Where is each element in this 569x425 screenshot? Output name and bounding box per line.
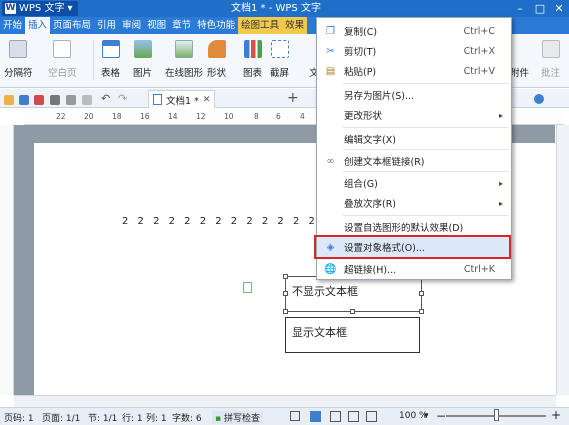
- cloud-icon[interactable]: [534, 94, 544, 104]
- tab-references[interactable]: 引用: [94, 17, 119, 34]
- zoom-in-button[interactable]: +: [551, 408, 561, 422]
- link-icon: ∞: [326, 155, 335, 167]
- window-title: 文档1 * - WPS 文字: [231, 3, 321, 14]
- attachment-button[interactable]: 附件: [510, 34, 529, 79]
- menu-item-order[interactable]: 叠放次序(R) ▸: [317, 193, 511, 213]
- hyperlink-icon: 🌐: [324, 263, 337, 275]
- online-graphics-button[interactable]: 在线图形: [165, 34, 203, 79]
- menu-item-group[interactable]: 组合(G) ▸: [317, 173, 511, 193]
- comment-button[interactable]: 批注: [541, 34, 560, 79]
- submenu-arrow-icon: ▸: [498, 178, 503, 188]
- textbox-with-border[interactable]: 显示文本框: [285, 317, 420, 353]
- outline-view-icon[interactable]: [330, 411, 341, 422]
- submenu-arrow-icon: ▸: [498, 198, 503, 208]
- status-section: 节: 1/1: [88, 414, 118, 424]
- fullscreen-icon[interactable]: [290, 411, 300, 421]
- tab-drawing-tools[interactable]: 绘图工具: [238, 17, 283, 34]
- zoom-slider-handle[interactable]: [494, 409, 499, 421]
- tab-view[interactable]: 视图: [144, 17, 169, 34]
- status-pages: 页面: 1/1: [42, 414, 81, 424]
- submenu-arrow-icon: ▸: [498, 110, 503, 120]
- save-icon[interactable]: [19, 95, 29, 105]
- new-tab-button[interactable]: +: [287, 90, 299, 106]
- web-view-icon[interactable]: [348, 411, 359, 422]
- tab-page-layout[interactable]: 页面布局: [50, 17, 94, 34]
- copy-icon: ❐: [326, 25, 335, 37]
- vertical-ruler: [0, 125, 14, 395]
- scissors-icon: ✂: [326, 45, 335, 57]
- shapes-icon: [207, 40, 226, 58]
- spell-check-button[interactable]: ▪ 拼写检查: [212, 411, 263, 424]
- document-text-line[interactable]: 2 2 2 2 2 2 2 2 2 2 2 2 2 2 2: [122, 216, 349, 227]
- status-words: 字数: 6: [172, 414, 202, 424]
- status-row: 行: 1: [122, 414, 143, 424]
- paste-icon: ▤: [325, 65, 336, 77]
- print-icon[interactable]: [50, 95, 60, 105]
- online-graphics-icon: [175, 40, 193, 58]
- minimize-button[interactable]: –: [510, 0, 530, 17]
- zoom-out-button[interactable]: −: [436, 409, 446, 423]
- status-col: 列: 1: [146, 414, 167, 424]
- pdf-icon[interactable]: [34, 95, 44, 105]
- undo-icon[interactable]: ↶: [101, 92, 110, 105]
- tab-start[interactable]: 开始: [0, 17, 25, 34]
- screenshot-button[interactable]: 截屏: [270, 34, 289, 79]
- table-button[interactable]: 表格: [101, 34, 120, 79]
- blank-page-button[interactable]: 空白页: [48, 34, 77, 79]
- horizontal-scrollbar[interactable]: [14, 395, 556, 407]
- format-painter-icon[interactable]: [82, 95, 92, 105]
- comment-icon: [541, 40, 560, 58]
- tab-section[interactable]: 章节: [169, 17, 194, 34]
- tab-features[interactable]: 特色功能: [194, 17, 238, 34]
- tab-insert[interactable]: 插入: [25, 17, 51, 34]
- status-page: 页码: 1: [4, 414, 34, 424]
- table-icon: [101, 40, 120, 58]
- picture-button[interactable]: 图片: [133, 34, 152, 79]
- menu-item-paste[interactable]: ▤ 粘贴(P) Ctrl+V: [317, 61, 511, 81]
- menu-item-save-as-picture[interactable]: 另存为图片(S)...: [317, 85, 511, 105]
- close-tab-icon[interactable]: ✕: [203, 95, 211, 105]
- highlight-box: [314, 235, 511, 259]
- shapes-button[interactable]: 形状: [207, 34, 226, 79]
- zoom-dropdown-icon[interactable]: ▾: [424, 411, 429, 421]
- wps-logo-icon: W: [5, 3, 16, 14]
- close-button[interactable]: ✕: [549, 0, 569, 17]
- picture-icon: [133, 40, 152, 58]
- section-break-icon: [9, 40, 28, 58]
- tab-effects[interactable]: 效果: [282, 17, 308, 34]
- app-name: WPS 文字: [19, 3, 65, 14]
- menu-item-change-shape[interactable]: 更改形状 ▸: [317, 105, 511, 125]
- chevron-down-icon: ▾: [67, 3, 73, 14]
- document-icon: [153, 94, 162, 105]
- reading-view-icon[interactable]: [366, 411, 377, 422]
- page-view-icon[interactable]: [310, 411, 321, 422]
- document-tab[interactable]: 文档1 * ✕: [148, 90, 216, 108]
- print-preview-icon[interactable]: [66, 95, 76, 105]
- textbox-no-border[interactable]: 不显示文本框: [285, 276, 422, 312]
- section-break-button[interactable]: 分隔符: [4, 34, 33, 79]
- open-folder-icon[interactable]: [4, 95, 14, 105]
- vertical-scrollbar[interactable]: [556, 125, 569, 395]
- menu-item-set-default-effect[interactable]: 设置自选图形的默认效果(D): [317, 217, 511, 237]
- paste-options-icon[interactable]: [243, 282, 252, 293]
- tab-review[interactable]: 审阅: [119, 17, 144, 34]
- menu-item-edit-text[interactable]: 编辑文字(X): [317, 129, 511, 149]
- check-icon: ▪: [215, 414, 222, 424]
- menu-item-hyperlink[interactable]: 🌐 超链接(H)... Ctrl+K: [317, 259, 511, 279]
- redo-icon[interactable]: ↷: [118, 92, 127, 105]
- screenshot-icon: [270, 40, 289, 58]
- chart-button[interactable]: 图表: [243, 34, 262, 79]
- chart-icon: [243, 40, 262, 58]
- blank-page-icon: [53, 40, 72, 58]
- menu-item-create-textbox-link[interactable]: ∞ 创建文本框链接(R): [317, 151, 511, 171]
- app-menu-button[interactable]: W WPS 文字 ▾: [2, 1, 79, 16]
- maximize-button[interactable]: □: [530, 0, 550, 17]
- menu-item-cut[interactable]: ✂ 剪切(T) Ctrl+X: [317, 41, 511, 61]
- menu-item-copy[interactable]: ❐ 复制(C) Ctrl+C: [317, 21, 511, 41]
